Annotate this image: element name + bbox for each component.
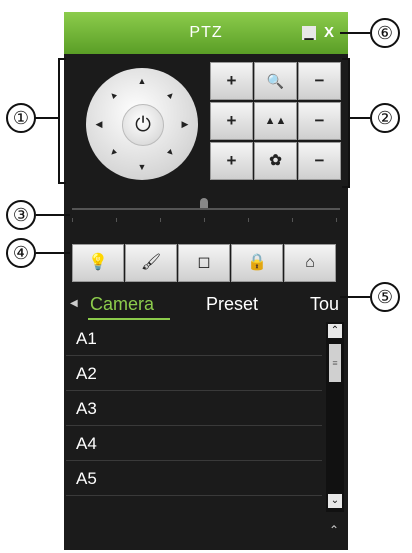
tab-scroll-left-icon[interactable]: ◀ xyxy=(70,298,78,309)
slider-thumb[interactable] xyxy=(200,198,208,208)
home-button[interactable]: ⌂ xyxy=(284,244,336,282)
scroll-up-icon[interactable]: ⌃ xyxy=(328,324,342,338)
auto-scan-button[interactable]: ⏻ xyxy=(122,104,164,146)
power-icon: ⏻ xyxy=(135,114,151,136)
scroll-thumb[interactable]: ≡ xyxy=(329,344,341,382)
home-icon: ⌂ xyxy=(305,254,315,271)
slider-tick xyxy=(248,218,249,222)
slider-tick xyxy=(336,218,337,222)
up-left-arrow-icon[interactable]: ▲ xyxy=(106,88,120,102)
callout-leader-4 xyxy=(36,252,70,254)
focus-near-button[interactable]: + xyxy=(210,102,253,140)
lock-icon: 🔒 xyxy=(247,254,267,271)
down-right-arrow-icon[interactable]: ▲ xyxy=(164,146,178,160)
area-zoom-button[interactable]: ◻ xyxy=(178,244,230,282)
callout-3: ③ xyxy=(6,200,36,230)
direction-pad[interactable]: ▲ ▼ ◀ ▶ ▲ ▲ ▲ ▲ ⏻ xyxy=(86,68,198,180)
active-tab-indicator xyxy=(88,318,170,320)
camera-list: A1 A2 A3 A4 A5 xyxy=(66,322,322,512)
callout-leader-5 xyxy=(340,296,370,298)
list-item[interactable]: A1 xyxy=(66,322,322,356)
list-item[interactable]: A3 xyxy=(66,392,322,426)
left-arrow-icon[interactable]: ◀ xyxy=(94,119,104,129)
scroll-down-icon[interactable]: ⌄ xyxy=(328,494,342,508)
list-item[interactable]: A4 xyxy=(66,427,322,461)
up-right-arrow-icon[interactable]: ▲ xyxy=(164,88,178,102)
light-icon: 💡 xyxy=(88,254,108,271)
up-arrow-icon[interactable]: ▲ xyxy=(137,76,147,86)
iris-close-button[interactable]: − xyxy=(298,142,341,180)
tab-tour[interactable]: Tour xyxy=(310,294,340,315)
slider-tick xyxy=(204,218,205,222)
list-item[interactable]: A2 xyxy=(66,357,322,391)
zoom-focus-iris-controls: + 🔍 − + ▲▲ − + ✿ − xyxy=(210,62,342,180)
close-button[interactable]: X xyxy=(322,25,336,40)
focus-far-button[interactable]: − xyxy=(298,102,341,140)
slider-tick xyxy=(72,218,73,222)
minimize-button[interactable]: ▁ xyxy=(302,26,316,40)
callout-4: ④ xyxy=(6,238,36,268)
zoom-icon: 🔍 xyxy=(254,62,297,100)
callout-1: ① xyxy=(6,103,36,133)
ptz-speed-slider[interactable] xyxy=(72,194,340,224)
iris-open-button[interactable]: + xyxy=(210,142,253,180)
list-scrollbar[interactable]: ⌃ ≡ ⌄ xyxy=(326,322,344,512)
callout-leader-3 xyxy=(36,214,70,216)
collapse-icon[interactable]: ⌃ xyxy=(326,522,342,538)
tab-strip: ◀ Camera Preset Tour xyxy=(64,290,348,320)
callout-2: ② xyxy=(370,103,400,133)
down-left-arrow-icon[interactable]: ▲ xyxy=(106,146,120,160)
callout-leader-6 xyxy=(340,32,370,34)
iris-icon: ✿ xyxy=(254,142,297,180)
callout-bracket-2 xyxy=(342,58,350,188)
focus-icon: ▲▲ xyxy=(254,102,297,140)
slider-tick xyxy=(160,218,161,222)
down-arrow-icon[interactable]: ▼ xyxy=(137,162,147,172)
slider-tick xyxy=(292,218,293,222)
tab-preset[interactable]: Preset xyxy=(206,294,258,315)
wiper-button[interactable]: 🖌 xyxy=(125,244,177,282)
callout-leader-2 xyxy=(348,117,370,119)
callout-leader-1 xyxy=(34,117,58,119)
tab-camera[interactable]: Camera xyxy=(90,294,154,315)
callout-6: ⑥ xyxy=(370,18,400,48)
slider-tick xyxy=(116,218,117,222)
callout-5: ⑤ xyxy=(370,282,400,312)
lock-button[interactable]: 🔒 xyxy=(231,244,283,282)
callout-bracket-1 xyxy=(58,58,66,184)
right-arrow-icon[interactable]: ▶ xyxy=(180,119,190,129)
zoom-out-button[interactable]: − xyxy=(298,62,341,100)
list-item[interactable]: A5 xyxy=(66,462,322,496)
title-bar: PTZ ▁ X xyxy=(64,12,348,54)
function-toolbar: 💡 🖌 ◻ 🔒 ⌂ xyxy=(72,244,338,282)
area-zoom-icon: ◻ xyxy=(197,254,211,271)
ptz-panel: PTZ ▁ X ▲ ▼ ◀ ▶ ▲ ▲ ▲ ▲ ⏻ + 🔍 − + ▲▲ − +… xyxy=(64,12,348,550)
slider-track xyxy=(72,208,340,210)
light-button[interactable]: 💡 xyxy=(72,244,124,282)
wiper-icon: 🖌 xyxy=(140,254,162,271)
zoom-in-button[interactable]: + xyxy=(210,62,253,100)
